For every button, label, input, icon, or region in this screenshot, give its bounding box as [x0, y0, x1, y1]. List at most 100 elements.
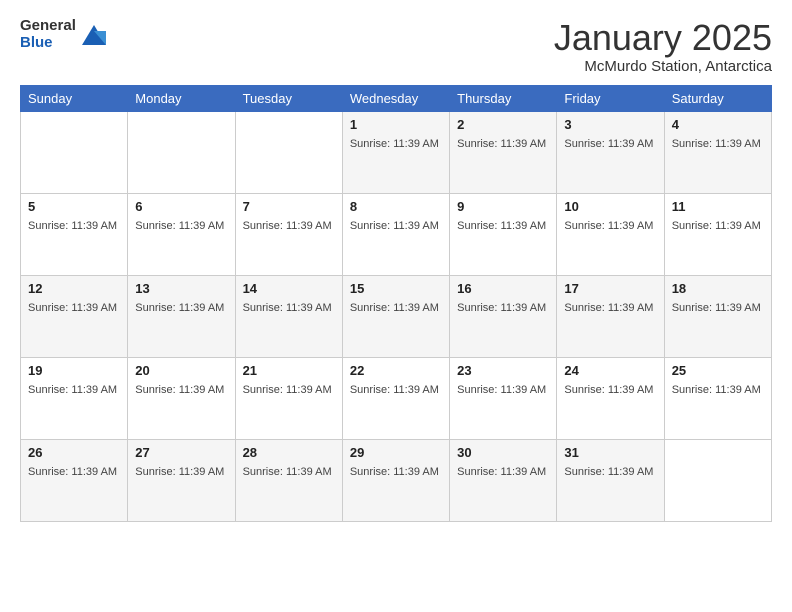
day-number: 3	[564, 117, 656, 132]
day-number: 26	[28, 445, 120, 460]
calendar-cell: 15 Sunrise: 11:39 AM	[342, 275, 449, 357]
day-number: 10	[564, 199, 656, 214]
calendar-cell: 28 Sunrise: 11:39 AM	[235, 439, 342, 521]
calendar-cell: 29Sunrise: 11:39 AM	[342, 439, 449, 521]
header: General Blue January 2025 McMurdo Statio…	[20, 18, 772, 75]
calendar-cell: 24 Sunrise: 11:39 AM	[557, 357, 664, 439]
day-number: 11	[672, 199, 764, 214]
calendar-week-row: 19Sunrise: 11:39 AM20Sunrise: 11:39 AM21…	[21, 357, 772, 439]
day-number: 17	[564, 281, 656, 296]
calendar-cell: 26 Sunrise: 11:39 AM	[21, 439, 128, 521]
calendar-cell: 4Sunrise: 11:39 AM	[664, 111, 771, 193]
calendar-week-row: 5Sunrise: 11:39 AM6Sunrise: 11:39 AM7Sun…	[21, 193, 772, 275]
header-wednesday: Wednesday	[342, 85, 449, 111]
sunrise-info: Sunrise: 11:39 AM	[564, 466, 653, 478]
header-thursday: Thursday	[450, 85, 557, 111]
sunrise-info: Sunrise: 11:39 AM	[564, 220, 653, 232]
page: General Blue January 2025 McMurdo Statio…	[0, 0, 792, 612]
sunrise-info: Sunrise: 11:39 AM	[135, 220, 224, 232]
sunrise-info: Sunrise: 11:39 AM	[28, 384, 117, 396]
calendar-header-row: Sunday Monday Tuesday Wednesday Thursday…	[21, 85, 772, 111]
day-number: 16	[457, 281, 549, 296]
sunrise-info: Sunrise: 11:39 AM	[28, 220, 117, 232]
day-number: 2	[457, 117, 549, 132]
calendar-cell: 20Sunrise: 11:39 AM	[128, 357, 235, 439]
day-number: 5	[28, 199, 120, 214]
logo-text: General Blue	[20, 18, 76, 51]
sunrise-info: Sunrise: 11:39 AM	[243, 302, 332, 314]
day-number: 18	[672, 281, 764, 296]
sunrise-info: Sunrise: 11:39 AM	[457, 138, 546, 150]
calendar-cell: 3 Sunrise: 11:39 AM	[557, 111, 664, 193]
header-saturday: Saturday	[664, 85, 771, 111]
logo-blue: Blue	[20, 34, 53, 51]
sunrise-info: Sunrise: 11:39 AM	[672, 384, 761, 396]
sunrise-info: Sunrise: 11:39 AM	[457, 466, 546, 478]
calendar-week-row: 26Sunrise: 11:39 AM27Sunrise: 11:39 AM28…	[21, 439, 772, 521]
day-number: 15	[350, 281, 442, 296]
sunrise-info: Sunrise: 11:39 AM	[135, 466, 224, 478]
day-number: 14	[243, 281, 335, 296]
day-number: 24	[564, 363, 656, 378]
day-number: 30	[457, 445, 549, 460]
calendar-cell	[21, 111, 128, 193]
day-number: 19	[28, 363, 120, 378]
calendar-cell: 22 Sunrise: 11:39 AM	[342, 357, 449, 439]
calendar: Sunday Monday Tuesday Wednesday Thursday…	[20, 85, 772, 522]
calendar-cell: 13 Sunrise: 11:39 AM	[128, 275, 235, 357]
calendar-cell: 1 Sunrise: 11:39 AM	[342, 111, 449, 193]
sunrise-info: Sunrise: 11:39 AM	[457, 220, 546, 232]
sunrise-info: Sunrise: 11:39 AM	[672, 220, 761, 232]
calendar-cell: 9Sunrise: 11:39 AM	[450, 193, 557, 275]
sunrise-info: Sunrise: 11:39 AM	[350, 384, 439, 396]
sunrise-info: Sunrise: 11:39 AM	[243, 220, 332, 232]
sunrise-info: Sunrise: 11:39 AM	[564, 302, 653, 314]
month-title: January 2025	[554, 18, 772, 58]
sunrise-info: Sunrise: 11:39 AM	[457, 302, 546, 314]
calendar-cell: 7 Sunrise: 11:39 AM	[235, 193, 342, 275]
day-number: 13	[135, 281, 227, 296]
day-number: 22	[350, 363, 442, 378]
day-number: 8	[350, 199, 442, 214]
sunrise-info: Sunrise: 11:39 AM	[243, 384, 332, 396]
day-number: 28	[243, 445, 335, 460]
calendar-cell: 18Sunrise: 11:39 AM	[664, 275, 771, 357]
calendar-cell: 12Sunrise: 11:39 AM	[21, 275, 128, 357]
sunrise-info: Sunrise: 11:39 AM	[564, 384, 653, 396]
calendar-cell: 23Sunrise: 11:39 AM	[450, 357, 557, 439]
header-friday: Friday	[557, 85, 664, 111]
sunrise-info: Sunrise: 11:39 AM	[350, 220, 439, 232]
sunrise-info: Sunrise: 11:39 AM	[672, 138, 761, 150]
calendar-cell: 11 Sunrise: 11:39 AM	[664, 193, 771, 275]
day-number: 7	[243, 199, 335, 214]
location-title: McMurdo Station, Antarctica	[554, 58, 772, 75]
sunrise-info: Sunrise: 11:39 AM	[135, 384, 224, 396]
logo-icon	[78, 21, 110, 49]
calendar-cell	[235, 111, 342, 193]
sunrise-info: Sunrise: 11:39 AM	[243, 466, 332, 478]
title-area: January 2025 McMurdo Station, Antarctica	[554, 18, 772, 75]
calendar-cell: 21Sunrise: 11:39 AM	[235, 357, 342, 439]
day-number: 1	[350, 117, 442, 132]
calendar-cell: 19 Sunrise: 11:39 AM	[21, 357, 128, 439]
calendar-cell: 30 Sunrise: 11:39 AM	[450, 439, 557, 521]
calendar-cell: 31Sunrise: 11:39 AM	[557, 439, 664, 521]
day-number: 23	[457, 363, 549, 378]
sunrise-info: Sunrise: 11:39 AM	[564, 138, 653, 150]
sunrise-info: Sunrise: 11:39 AM	[135, 302, 224, 314]
calendar-cell: 25 Sunrise: 11:39 AM	[664, 357, 771, 439]
sunrise-info: Sunrise: 11:39 AM	[350, 138, 439, 150]
calendar-cell	[664, 439, 771, 521]
calendar-cell: 8 Sunrise: 11:39 AM	[342, 193, 449, 275]
day-number: 29	[350, 445, 442, 460]
day-number: 12	[28, 281, 120, 296]
sunrise-info: Sunrise: 11:39 AM	[28, 466, 117, 478]
day-number: 25	[672, 363, 764, 378]
calendar-cell: 2 Sunrise: 11:39 AM	[450, 111, 557, 193]
calendar-cell: 14 Sunrise: 11:39 AM	[235, 275, 342, 357]
calendar-week-row: 12Sunrise: 11:39 AM13Sunrise: 11:39 AM14…	[21, 275, 772, 357]
calendar-cell: 27Sunrise: 11:39 AM	[128, 439, 235, 521]
header-sunday: Sunday	[21, 85, 128, 111]
calendar-cell: 17 Sunrise: 11:39 AM	[557, 275, 664, 357]
sunrise-info: Sunrise: 11:39 AM	[350, 302, 439, 314]
